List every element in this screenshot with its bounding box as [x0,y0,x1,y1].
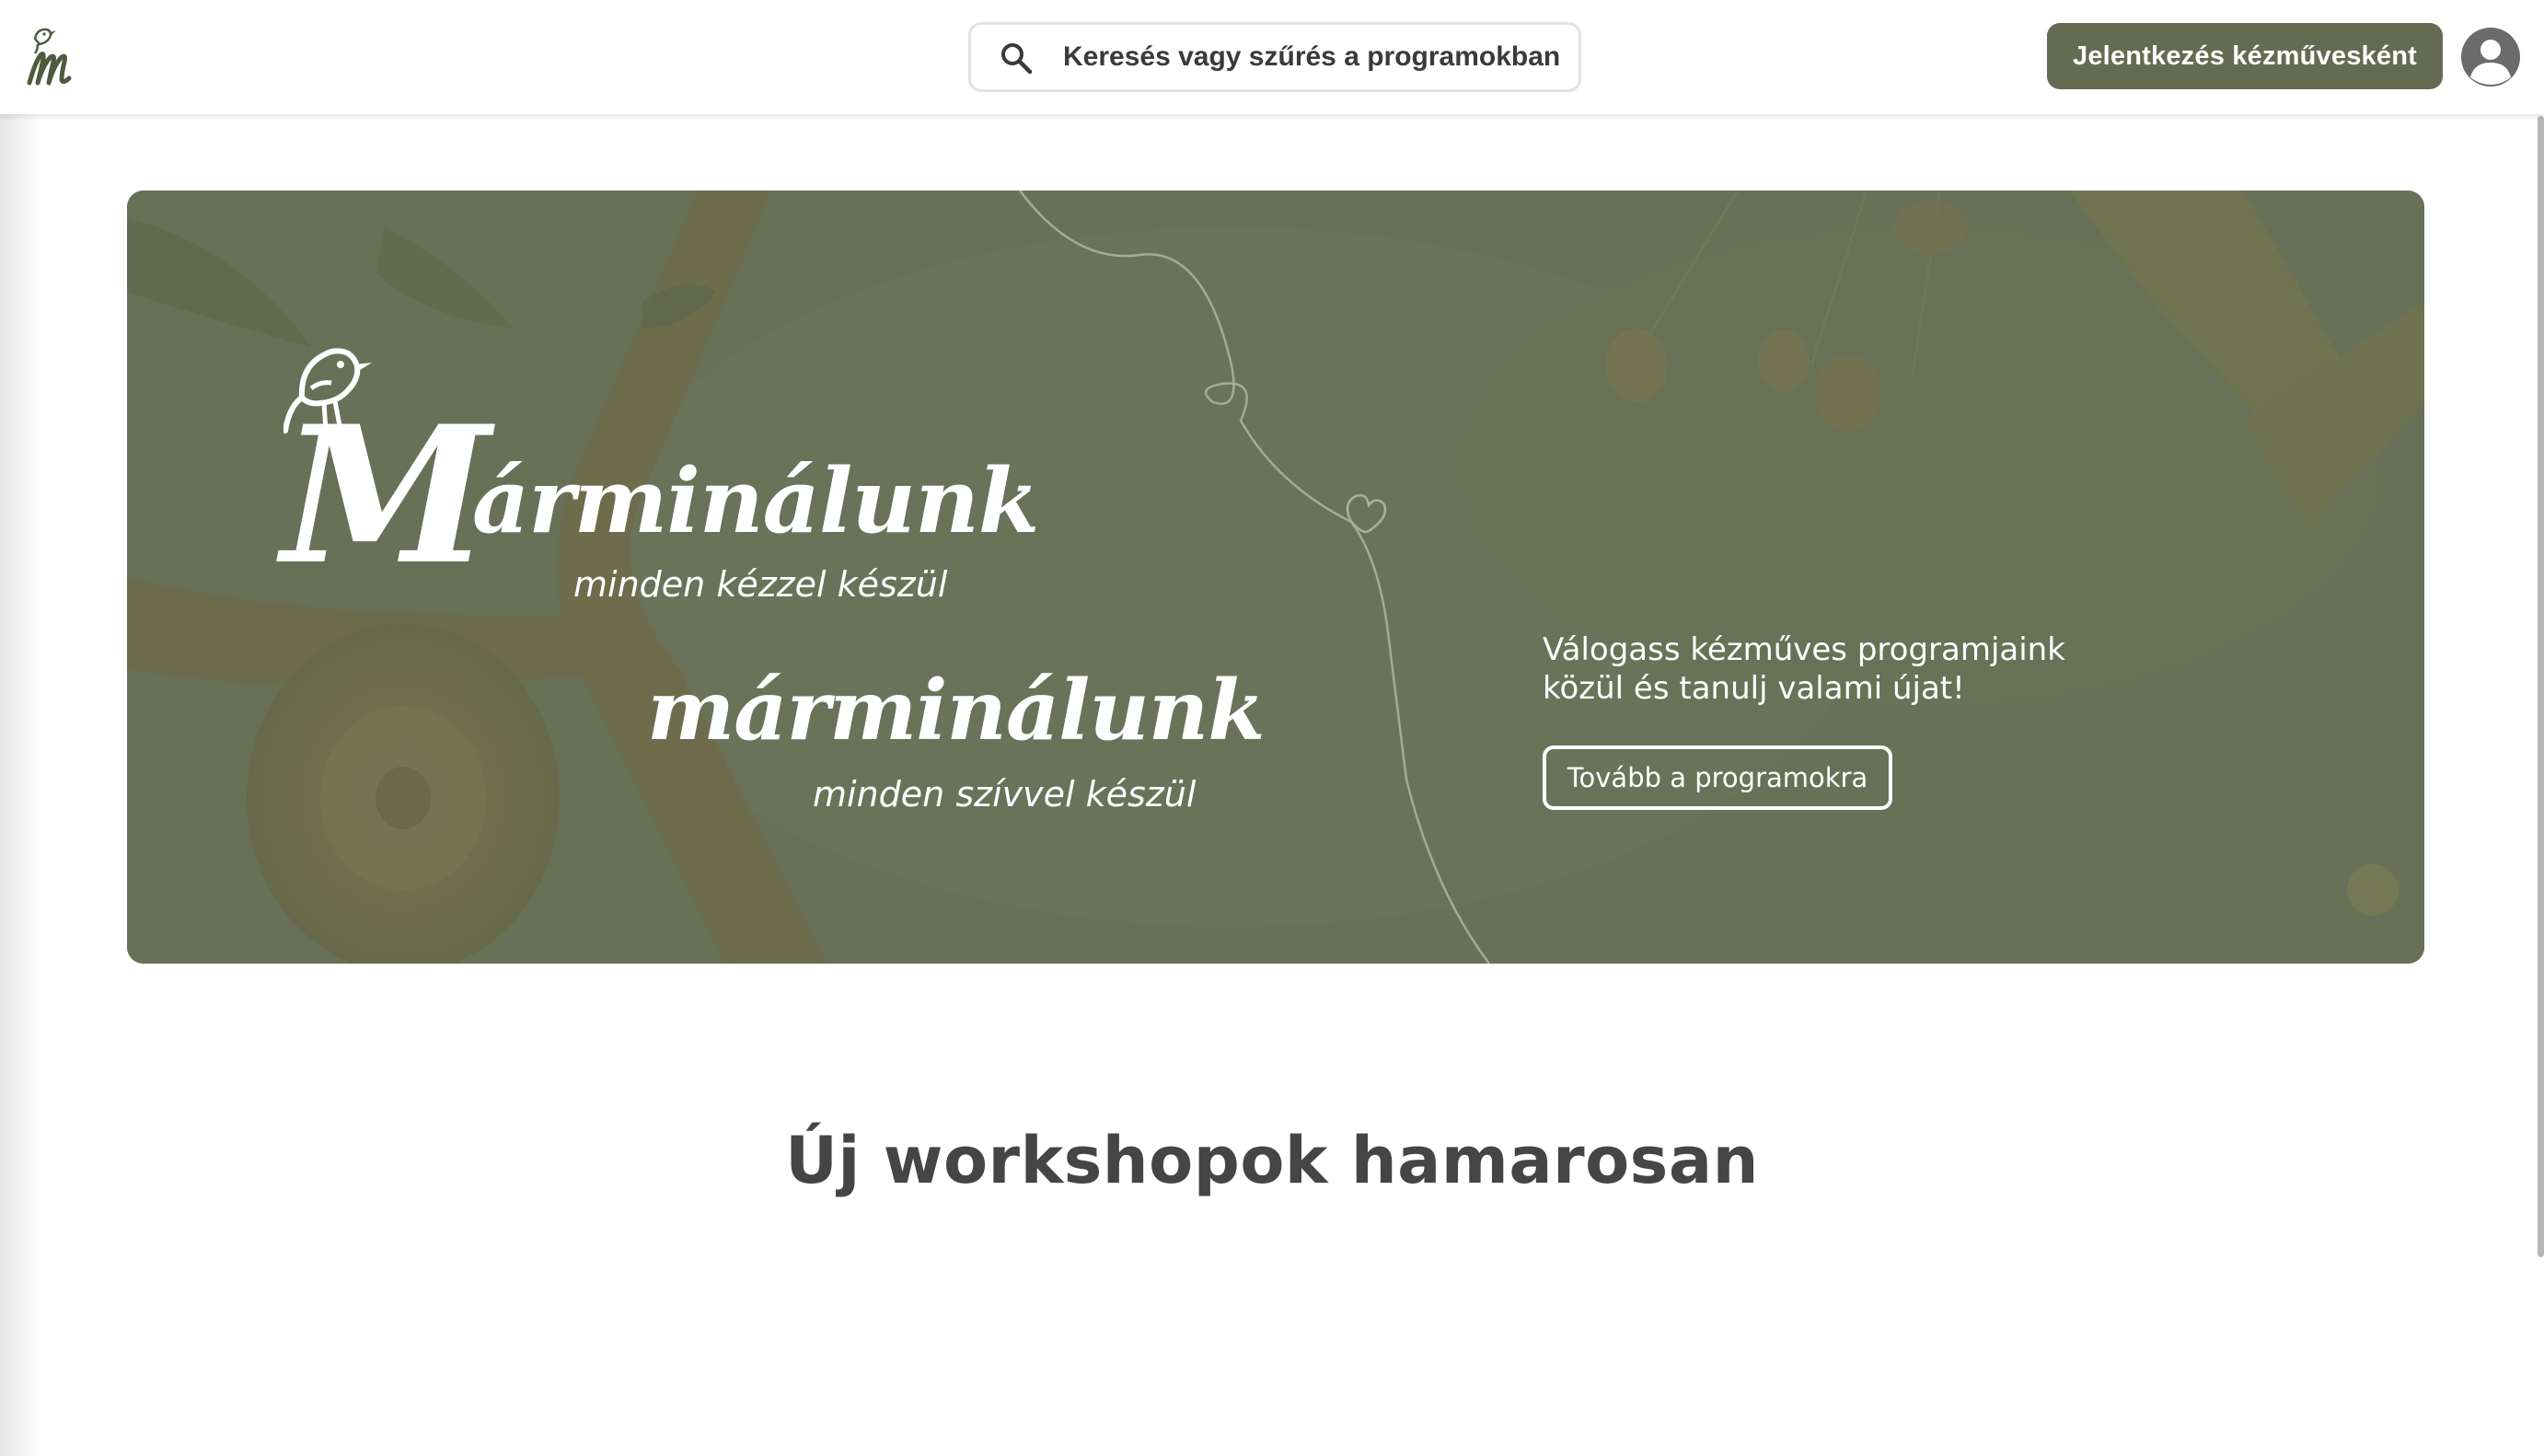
brand-initial: M [282,386,491,607]
go-to-programs-button[interactable]: Tovább a programokra [1543,745,1892,810]
hero-banner: M árminálunk minden kézzel készül mármin… [127,191,2424,964]
tagline-primary: minden kézzel készül [573,564,948,605]
page: Jelentkezés kézművesként [0,0,2544,1456]
section-title: Új workshopok hamarosan [785,1123,1759,1198]
tagline-secondary: minden szívvel készül [813,774,1197,815]
brand-name-primary: árminálunk [472,449,1039,553]
logo-icon[interactable] [24,20,88,90]
search-input[interactable] [1063,25,1578,89]
scrollbar-thumb[interactable] [2538,116,2544,1257]
user-avatar-icon[interactable] [2461,28,2520,87]
left-edge-shadow [0,114,42,1456]
search-icon [1001,43,1033,75]
hero-description: Válogass kézműves programjaink közül és … [1543,631,2065,707]
register-as-artisan-button[interactable]: Jelentkezés kézművesként [2047,23,2443,89]
top-navbar: Jelentkezés kézművesként [0,0,2544,114]
search-bar[interactable] [968,22,1581,92]
brand-name-secondary: márminálunk [647,662,1266,759]
